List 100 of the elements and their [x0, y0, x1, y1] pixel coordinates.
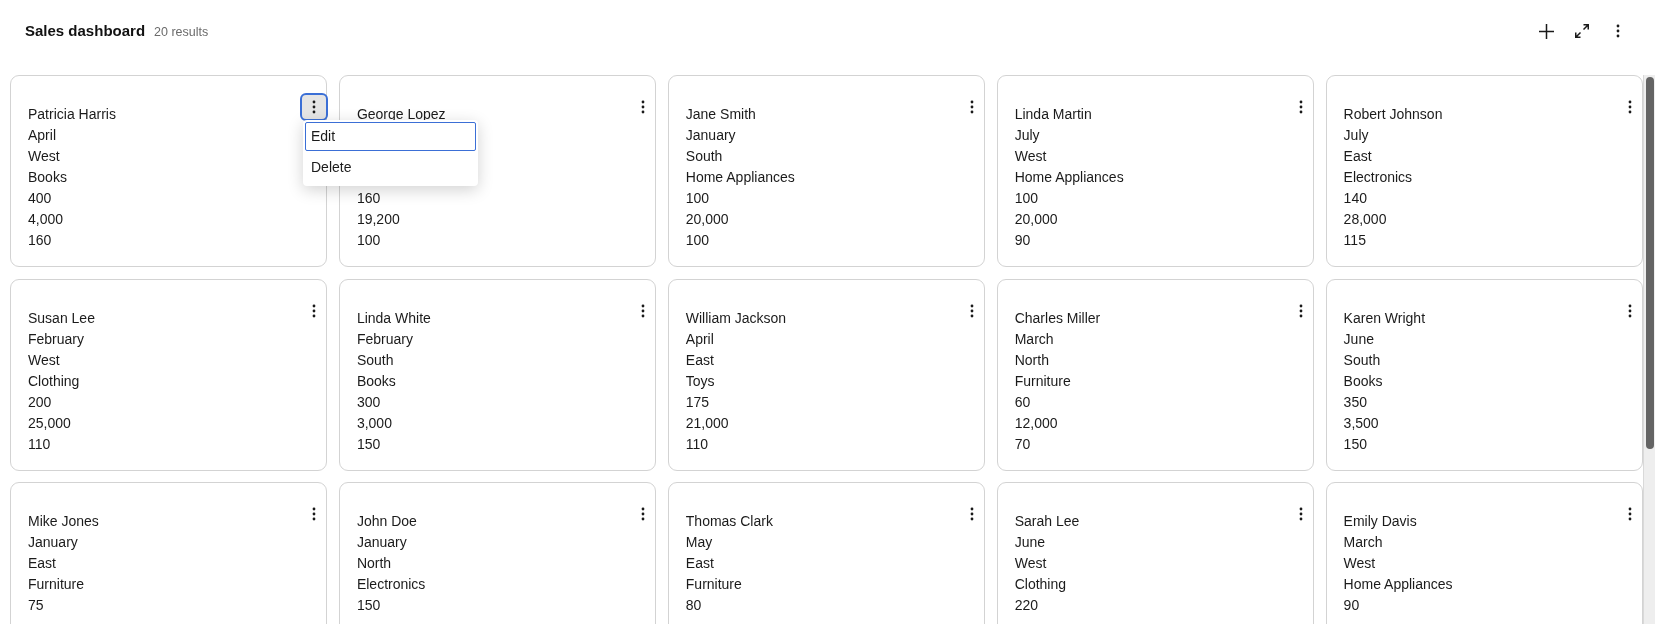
- category-text: Books: [1343, 372, 1383, 389]
- more-icon[interactable]: [970, 507, 975, 521]
- dashboard-title: Sales dashboard: [25, 20, 146, 41]
- more-icon[interactable]: [1299, 507, 1304, 521]
- month-text: April: [28, 127, 56, 143]
- value-text: 100: [1014, 190, 1039, 206]
- more-icon[interactable]: [312, 303, 317, 318]
- name-text: Linda White: [356, 309, 431, 326]
- name-text: Karen Wright: [1343, 309, 1426, 326]
- category-text: Electronics: [356, 576, 426, 592]
- month-text: April: [685, 330, 714, 347]
- category-text: Furniture: [685, 576, 742, 592]
- name-text: William Jackson: [685, 309, 787, 326]
- name-text: Sarah Lee: [1014, 513, 1080, 529]
- more-icon[interactable]: [1628, 100, 1632, 114]
- month-text: March: [1014, 330, 1054, 347]
- more-icon[interactable]: [1299, 100, 1304, 114]
- value-text: 160: [28, 232, 52, 248]
- name-text: Linda Martin: [1014, 106, 1092, 122]
- name-text: Emily Davis: [1343, 513, 1417, 529]
- more-icon[interactable]: [641, 507, 646, 521]
- region-text: South: [1343, 351, 1381, 368]
- scrollbar-thumb[interactable]: [1646, 77, 1654, 449]
- region-text: East: [1343, 148, 1372, 164]
- region-text: West: [28, 148, 60, 164]
- region-text: South: [356, 351, 394, 368]
- result-count: 20 results: [154, 23, 209, 41]
- value-text: 400: [28, 190, 52, 206]
- name-text: John Doe: [356, 513, 417, 529]
- more-icon[interactable]: [1628, 303, 1632, 318]
- month-text: February: [356, 330, 413, 347]
- region-text: North: [356, 555, 392, 571]
- more-icon[interactable]: [1628, 507, 1632, 521]
- more-button[interactable]: [300, 93, 329, 121]
- value-text: 90: [1343, 597, 1360, 613]
- more-icon[interactable]: [312, 507, 317, 521]
- value-text: 100: [685, 232, 710, 248]
- value-text: 100: [356, 232, 381, 248]
- category-text: Furniture: [1014, 372, 1071, 389]
- value-text: 70: [1014, 435, 1031, 452]
- value-text: 100: [685, 190, 710, 206]
- month-text: May: [685, 534, 713, 550]
- month-text: June: [1014, 534, 1046, 550]
- value-text: 150: [1343, 435, 1367, 452]
- more-icon[interactable]: [1299, 303, 1304, 318]
- value-text: 12,000: [1014, 414, 1058, 431]
- more-icon[interactable]: [641, 303, 646, 318]
- more-icon[interactable]: [1616, 24, 1620, 38]
- menu-item[interactable]: Delete: [305, 151, 476, 184]
- value-text: 80: [685, 597, 702, 613]
- name-text: George Lopez: [356, 106, 446, 122]
- region-text: West: [28, 351, 60, 368]
- category-text: Clothing: [28, 372, 80, 389]
- category-text: Home Appliances: [1343, 576, 1453, 592]
- more-icon[interactable]: [970, 303, 975, 318]
- more-icon[interactable]: [641, 100, 646, 114]
- value-text: 3,000: [356, 414, 392, 431]
- value-text: 140: [1343, 190, 1367, 206]
- value-text: 150: [356, 597, 381, 613]
- value-text: 28,000: [1343, 211, 1387, 227]
- name-text: Patricia Harris: [28, 106, 116, 122]
- region-text: East: [28, 555, 56, 571]
- name-text: Thomas Clark: [685, 513, 773, 529]
- more-icon: [312, 100, 317, 114]
- value-text: 200: [28, 393, 52, 410]
- value-text: 4,000: [28, 211, 64, 227]
- more-icon[interactable]: [970, 100, 975, 114]
- value-text: 350: [1343, 393, 1367, 410]
- value-text: 75: [28, 597, 44, 613]
- category-text: Clothing: [1014, 576, 1067, 592]
- region-text: East: [685, 555, 714, 571]
- value-text: 21,000: [685, 414, 729, 431]
- value-text: 110: [28, 435, 51, 452]
- expand-icon[interactable]: [1575, 24, 1589, 38]
- category-text: Home Appliances: [1014, 169, 1124, 185]
- month-text: February: [28, 330, 85, 347]
- region-text: North: [1014, 351, 1049, 368]
- value-text: 110: [685, 435, 709, 452]
- value-text: 60: [1014, 393, 1031, 410]
- name-text: Susan Lee: [28, 309, 95, 326]
- region-text: West: [1014, 555, 1047, 571]
- name-text: Mike Jones: [28, 513, 99, 529]
- value-text: 90: [1014, 232, 1031, 248]
- value-text: 25,000: [28, 414, 71, 431]
- category-text: Home Appliances: [685, 169, 795, 185]
- month-text: January: [356, 534, 407, 550]
- region-text: East: [685, 351, 714, 368]
- value-text: 3,500: [1343, 414, 1379, 431]
- value-text: 19,200: [356, 211, 400, 227]
- month-text: July: [1014, 127, 1040, 143]
- category-text: Toys: [685, 372, 715, 389]
- value-text: 20,000: [1014, 211, 1058, 227]
- value-text: 160: [356, 190, 381, 206]
- value-text: 20,000: [685, 211, 729, 227]
- name-text: Jane Smith: [685, 106, 756, 122]
- category-text: Furniture: [28, 576, 85, 592]
- month-text: July: [1343, 127, 1369, 143]
- plus-icon[interactable]: [1538, 23, 1554, 39]
- region-text: West: [1343, 555, 1376, 571]
- menu-item[interactable]: Edit: [305, 122, 476, 151]
